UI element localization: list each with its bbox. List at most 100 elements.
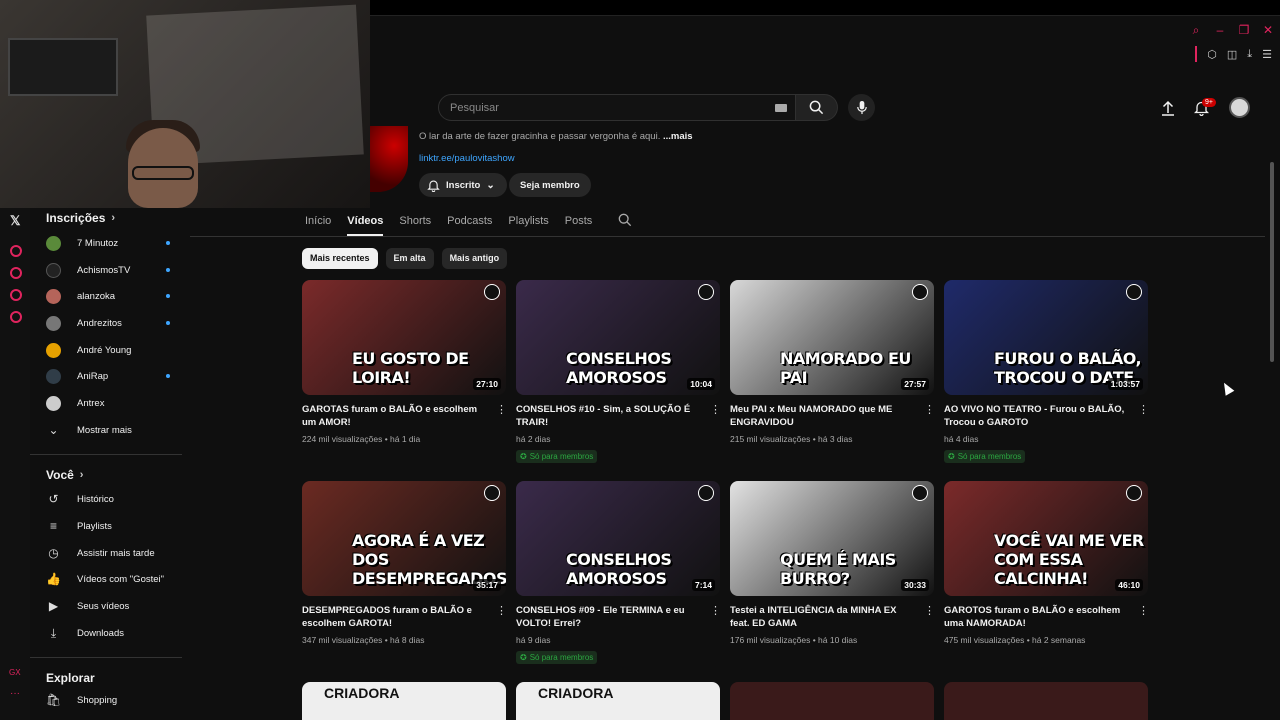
sidebar-item-downloads[interactable]: ⤓ Downloads [30, 620, 190, 647]
sidebar-item-sub[interactable]: AniRap [30, 363, 190, 390]
video-thumbnail[interactable]: CRIADORA [516, 682, 720, 720]
extensions-icon[interactable]: ⬡ [1207, 48, 1217, 61]
video-card[interactable]: CONSELHOS AMOROSOS 7:14 CONSELHOS #09 - El… [516, 481, 721, 665]
settings-icon[interactable] [10, 311, 22, 323]
more-options-icon[interactable]: ⋮ [710, 605, 721, 617]
tab-playlists[interactable]: Playlists [508, 206, 548, 236]
sidebar-item-sub[interactable]: 7 Minutoz [30, 230, 190, 257]
video-title[interactable]: Meu PAI x Meu NAMORADO que ME ENGRAVIDOU [730, 403, 918, 429]
tab-posts[interactable]: Posts [565, 206, 593, 236]
video-title[interactable]: DESEMPREGADOS furam o BALÃO e escolhem G… [302, 604, 490, 630]
sidebar-item-sub[interactable]: Antrex [30, 390, 190, 417]
video-meta: 347 mil visualizações • há 8 dias [302, 635, 425, 645]
more-options-icon[interactable]: ⋮ [924, 404, 935, 416]
x-twitter-icon[interactable]: 𝕏 [10, 213, 20, 229]
video-thumbnail[interactable]: CRIADORA [302, 682, 506, 720]
you-header[interactable]: Você › [30, 465, 190, 485]
join-button[interactable]: Seja membro [509, 173, 591, 197]
tab-shorts[interactable]: Shorts [399, 206, 431, 236]
video-title[interactable]: CONSELHOS #10 - Sim, a SOLUÇÃO É TRAIR! [516, 403, 704, 429]
video-thumbnail[interactable] [730, 682, 934, 720]
video-title[interactable]: GAROTAS furam o BALÃO e escolhem um AMOR… [302, 403, 490, 429]
player-icon[interactable] [10, 245, 22, 257]
sidebar-item-playlists[interactable]: ≡ Playlists [30, 513, 190, 540]
close-icon[interactable]: ✕ [1262, 24, 1274, 36]
extensions-icon[interactable] [10, 289, 22, 301]
channel-search-button[interactable] [618, 213, 632, 232]
sidebar-item-sub[interactable]: AchismosTV [30, 257, 190, 284]
subscribed-label: Inscrito [446, 179, 481, 191]
more-options-icon[interactable]: ⋮ [496, 605, 507, 617]
tabs-divider [190, 236, 1265, 237]
search-icon[interactable]: ⌕ [1190, 24, 1202, 36]
tab-podcasts[interactable]: Podcasts [447, 206, 492, 236]
video-card[interactable]: FUROU O BALÃO, TROCOU O DATE 1:03:57 AO VI… [944, 280, 1149, 464]
video-card[interactable]: QUEM É MAIS BURRO? 30:33 Testei a INTELIGÊ… [730, 481, 935, 645]
minimize-icon[interactable]: – [1214, 24, 1226, 36]
download-icon[interactable]: ⤓ [1247, 48, 1252, 61]
menu-icon[interactable]: ☰ [1262, 48, 1272, 61]
sidebar-item-sub[interactable]: André Young [30, 337, 190, 364]
video-card[interactable]: AGORA É A VEZ DOS DESEMPREGADOS 35:17 DESE… [302, 481, 507, 645]
more-options-icon[interactable]: ⋮ [496, 404, 507, 416]
snapshot-icon[interactable]: ◫ [1227, 48, 1237, 61]
video-card[interactable]: VOCÊ VAI ME VER COM ESSA CALCINHA! 46:10 G… [944, 481, 1149, 645]
tab-videos[interactable]: Vídeos [347, 206, 384, 236]
restore-icon[interactable]: ❐ [1238, 24, 1250, 36]
search-button[interactable] [796, 94, 838, 121]
video-thumbnail[interactable]: CONSELHOS AMOROSOS 7:14 [516, 481, 720, 596]
show-more-label: Mostrar mais [77, 424, 132, 436]
show-more-button[interactable]: ⌄ Mostrar mais [30, 417, 190, 444]
upload-age: há 8 dias [390, 635, 425, 645]
video-thumbnail[interactable]: QUEM É MAIS BURRO? 30:33 [730, 481, 934, 596]
chip-oldest[interactable]: Mais antigo [441, 248, 508, 269]
video-thumbnail[interactable]: FUROU O BALÃO, TROCOU O DATE 1:03:57 [944, 280, 1148, 395]
video-thumbnail[interactable]: EU GOSTO DE LOIRA! 27:10 [302, 280, 506, 395]
keyboard-icon[interactable] [775, 104, 787, 112]
search-input[interactable] [450, 101, 770, 114]
sidebar-item-shopping[interactable]: 🛍 Shopping [30, 688, 190, 715]
chip-latest[interactable]: Mais recentes [302, 248, 378, 269]
scrollbar-thumb[interactable] [1270, 162, 1274, 362]
more-options-icon[interactable]: ⋮ [1138, 404, 1149, 416]
channel-description[interactable]: O lar da arte de fazer gracinha e passar… [419, 131, 693, 142]
chip-popular[interactable]: Em alta [385, 248, 434, 269]
video-thumbnail[interactable]: AGORA É A VEZ DOS DESEMPREGADOS 35:17 [302, 481, 506, 596]
video-thumbnail[interactable]: VOCÊ VAI ME VER COM ESSA CALCINHA! 46:10 [944, 481, 1148, 596]
members-label: Só para membros [529, 452, 594, 461]
video-card[interactable]: CRIADORA [516, 682, 720, 720]
video-title[interactable]: Testei a INTELIGÊNCIA da MINHA EX feat. … [730, 604, 918, 630]
video-thumbnail[interactable]: NAMORADO EU PAI 27:57 [730, 280, 934, 395]
video-title[interactable]: GAROTOS furam o BALÃO e escolhem uma NAM… [944, 604, 1132, 630]
video-thumbnail[interactable] [944, 682, 1148, 720]
video-card[interactable]: EU GOSTO DE LOIRA! 27:10 GAROTAS furam o B… [302, 280, 507, 444]
video-card[interactable] [730, 682, 934, 720]
video-title[interactable]: AO VIVO NO TEATRO - Furou o BALÃO, Troco… [944, 403, 1132, 429]
video-card[interactable]: NAMORADO EU PAI 27:57 Meu PAI x Meu NAMORA… [730, 280, 935, 444]
video-thumbnail[interactable]: CONSELHOS AMOROSOS 10:04 [516, 280, 720, 395]
subscribed-button[interactable]: Inscrito ⌄ [419, 173, 507, 197]
channel-link[interactable]: linktr.ee/paulovitashow [419, 153, 515, 164]
upload-button[interactable] [1156, 96, 1180, 120]
history-icon[interactable] [10, 267, 22, 279]
sidebar-item-your-videos[interactable]: ▶ Seus vídeos [30, 593, 190, 620]
more-link[interactable]: ...mais [663, 131, 693, 142]
sidebar-item-liked[interactable]: 👍 Vídeos com "Gostei" [30, 567, 190, 594]
sidebar-item-sub[interactable]: Andrezitos [30, 310, 190, 337]
more-options-icon[interactable]: ⋮ [710, 404, 721, 416]
video-card[interactable]: CRIADORA [302, 682, 506, 720]
user-avatar[interactable] [1229, 97, 1250, 118]
video-title[interactable]: CONSELHOS #09 - Ele TERMINA e eu VOLTO! … [516, 604, 704, 630]
voice-search-button[interactable] [848, 94, 875, 121]
video-card[interactable] [944, 682, 1148, 720]
video-card[interactable]: CONSELHOS AMOROSOS 10:04 CONSELHOS #10 - S… [516, 280, 721, 464]
sidebar-item-sub[interactable]: alanzoka [30, 283, 190, 310]
more-icon[interactable]: ··· [10, 688, 20, 699]
sidebar-item-watch-later[interactable]: ◷ Assistir mais tarde [30, 540, 190, 567]
tab-home[interactable]: Início [305, 206, 331, 236]
subscriptions-header[interactable]: Inscrições › [30, 208, 190, 228]
view-count: 347 mil visualizações [302, 635, 383, 645]
sidebar-item-history[interactable]: ↺ Histórico [30, 487, 190, 514]
more-options-icon[interactable]: ⋮ [924, 605, 935, 617]
more-options-icon[interactable]: ⋮ [1138, 605, 1149, 617]
